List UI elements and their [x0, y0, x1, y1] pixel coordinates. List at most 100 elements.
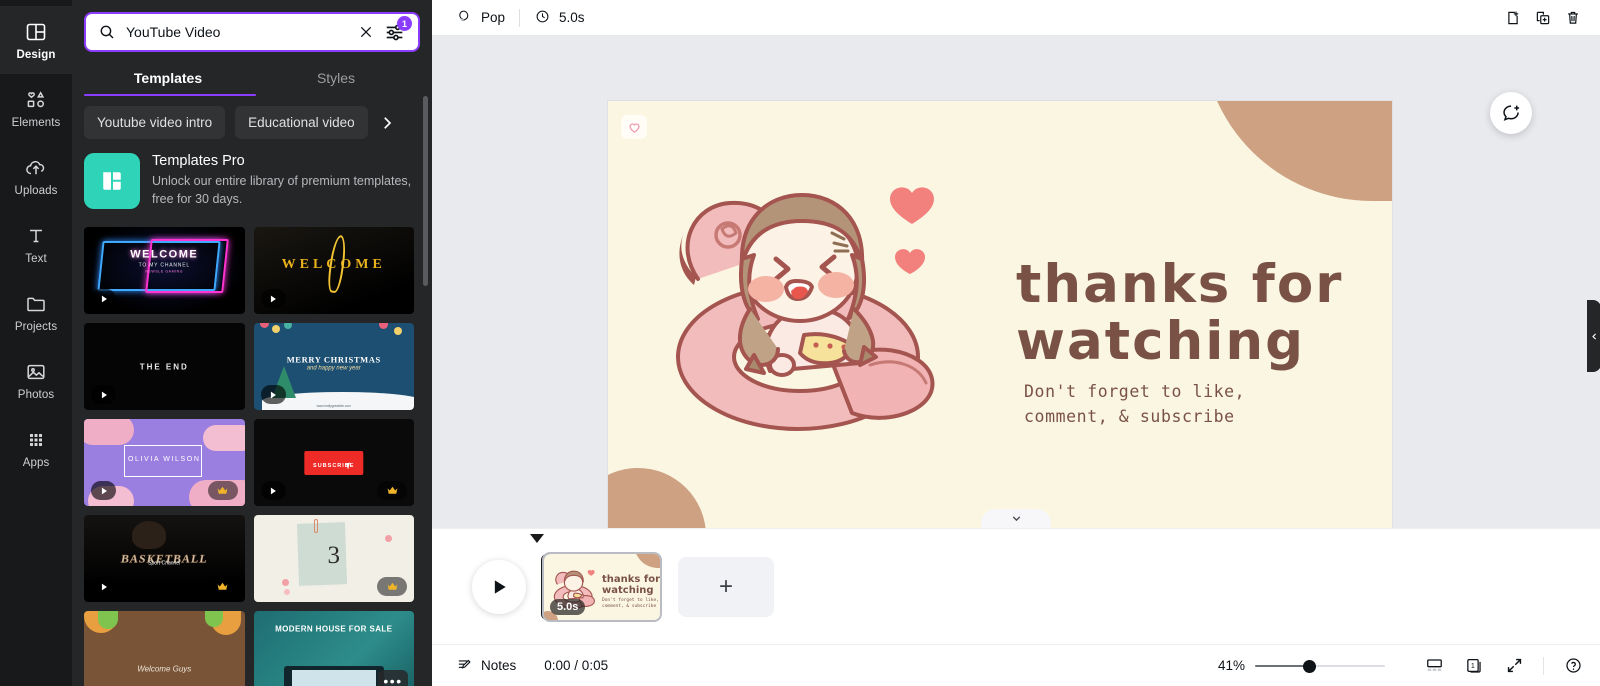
- zoom-slider-knob[interactable]: [1303, 659, 1316, 673]
- template-more-icon[interactable]: •••: [378, 670, 408, 686]
- template-card[interactable]: SUBSCRIBE: [253, 419, 414, 506]
- decorative-blob-bottom-left: [608, 468, 706, 528]
- template-card[interactable]: THE END: [84, 323, 245, 410]
- rail-label-design: Design: [16, 48, 56, 61]
- photos-icon: [24, 360, 48, 384]
- playback-time: 0:00 / 0:05: [544, 658, 609, 673]
- notes-button[interactable]: Notes: [450, 652, 522, 680]
- templates-pro-subtitle: Unlock our entire library of premium tem…: [152, 174, 412, 207]
- fullscreen-icon[interactable]: [1499, 652, 1529, 680]
- animation-pop-icon: [456, 8, 473, 28]
- canva-editor: Design Elements Uploads Text Projects Ph…: [0, 0, 1600, 686]
- timeline-bar: thanks for watching Don't forget to like…: [432, 528, 1600, 644]
- canvas-heading-line1: thanks for: [1016, 254, 1344, 315]
- search-icon: [98, 23, 116, 41]
- chevron-right-icon[interactable]: [378, 114, 396, 132]
- rail-item-photos[interactable]: Photos: [0, 346, 72, 414]
- play-icon[interactable]: [260, 289, 286, 308]
- duration-button[interactable]: 5.0s: [526, 4, 593, 32]
- rail-item-apps[interactable]: Apps: [0, 414, 72, 482]
- delete-page-icon[interactable]: [1558, 4, 1588, 32]
- play-icon[interactable]: [91, 289, 116, 308]
- template-card[interactable]: WELCOME: [253, 227, 414, 314]
- template-card[interactable]: 3: [253, 515, 414, 602]
- grid-view-icon[interactable]: [1419, 652, 1449, 680]
- template-card[interactable]: BASKETBALL Sport Channel: [84, 515, 245, 602]
- tab-templates[interactable]: Templates: [84, 64, 252, 96]
- animation-button[interactable]: Pop: [448, 4, 513, 32]
- template-card[interactable]: MODERN HOUSE FOR SALE •••: [253, 611, 414, 686]
- duplicate-page-icon[interactable]: [1528, 4, 1558, 32]
- design-icon: [24, 20, 48, 44]
- chip-educational-video[interactable]: Educational video: [235, 106, 368, 139]
- templates-pro-title: Templates Pro: [152, 153, 245, 169]
- panel-scrollbar[interactable]: [423, 96, 428, 286]
- rail-item-uploads[interactable]: Uploads: [0, 142, 72, 210]
- help-icon[interactable]: [1558, 652, 1588, 680]
- timeline-marker: [530, 534, 544, 543]
- rail-item-text[interactable]: Text: [0, 210, 72, 278]
- play-icon[interactable]: [91, 385, 116, 404]
- canvas-subtext-line2: comment, & subscribe: [1024, 406, 1235, 426]
- timeline-page-thumbnail[interactable]: thanks for watching Don't forget to like…: [542, 551, 662, 622]
- template-card[interactable]: OLIVIA WILSON: [84, 419, 245, 506]
- design-canvas[interactable]: thanks for watching Don't forget to like…: [608, 101, 1392, 528]
- template-subtitle2: www.reallygreatsite.com: [316, 404, 351, 408]
- template-title: Welcome Guys: [137, 664, 192, 674]
- rail-label-text: Text: [25, 252, 47, 265]
- page-count-icon[interactable]: 1: [1459, 652, 1489, 680]
- play-icon[interactable]: [91, 577, 116, 596]
- zoom-slider-fill: [1255, 664, 1309, 667]
- template-card[interactable]: MERRY CHRISTMAS and happy new year www.r…: [253, 323, 414, 410]
- page-count-label: 1: [1470, 662, 1474, 670]
- rail-item-projects[interactable]: Projects: [0, 278, 72, 346]
- templates-pro-icon: [84, 153, 140, 209]
- page-thumbnail-heading: thanks for watching: [602, 574, 660, 597]
- apps-icon: [24, 428, 48, 452]
- duration-label: 5.0s: [559, 10, 585, 25]
- crown-icon: [377, 481, 407, 500]
- template-title: MERRY CHRISTMAS: [286, 354, 381, 365]
- chip-youtube-video-intro[interactable]: Youtube video intro: [84, 106, 226, 139]
- page-thumbnail-heading-line2: watching: [602, 585, 654, 596]
- filter-badge: 1: [397, 16, 412, 31]
- add-page-button[interactable]: +: [678, 556, 774, 617]
- rail-item-elements[interactable]: Elements: [0, 74, 72, 142]
- crown-icon: [377, 577, 407, 596]
- filter-chips: Youtube video intro Educational video: [72, 96, 432, 139]
- collapse-panel-button[interactable]: [1587, 300, 1600, 372]
- tab-styles[interactable]: Styles: [252, 64, 420, 96]
- girl-in-flamingo-float-illustration: [676, 187, 935, 431]
- uploads-icon: [24, 156, 48, 180]
- canvas-heading[interactable]: thanks for watching: [1016, 254, 1344, 371]
- canvas-stage: thanks for watching Don't forget to like…: [432, 36, 1600, 528]
- search-box[interactable]: 1: [84, 12, 420, 52]
- templates-pro-banner[interactable]: Templates Pro Unlock our entire library …: [72, 139, 432, 219]
- play-icon[interactable]: [91, 481, 116, 500]
- play-icon[interactable]: [260, 385, 286, 404]
- animation-label: Pop: [481, 10, 506, 25]
- add-page-icon[interactable]: [1498, 4, 1528, 32]
- page-duration-badge: 5.0s: [550, 598, 586, 615]
- page-thumbnail-subtext-line2: comment, & subscribe: [602, 603, 657, 609]
- filter-sliders-icon[interactable]: 1: [384, 16, 412, 43]
- timeline-divider-handle[interactable]: [981, 509, 1051, 528]
- play-button[interactable]: [472, 559, 526, 614]
- play-icon[interactable]: [260, 481, 286, 500]
- main-area: Pop 5.0s thanks for watching Don't forge…: [432, 0, 1600, 686]
- template-title: BASKETBALL: [120, 551, 208, 566]
- clock-icon: [534, 8, 551, 28]
- canvas-subtext[interactable]: Don't forget to like, comment, & subscri…: [1024, 380, 1245, 430]
- close-icon[interactable]: [358, 24, 374, 40]
- crown-icon: [207, 481, 238, 500]
- add-comment-icon[interactable]: [1490, 92, 1532, 134]
- heart-icon[interactable]: [621, 115, 647, 139]
- rail-label-apps: Apps: [22, 456, 50, 469]
- rail-item-design[interactable]: Design: [0, 6, 72, 74]
- search-input[interactable]: [126, 24, 348, 40]
- template-card[interactable]: WELCOME TO MY CHANNEL NEWSLE GAMING: [84, 227, 245, 314]
- decorative-blob-top-right: [1202, 101, 1392, 201]
- zoom-slider[interactable]: [1255, 657, 1385, 675]
- template-card[interactable]: Welcome Guys: [84, 611, 245, 686]
- elements-icon: [24, 88, 48, 112]
